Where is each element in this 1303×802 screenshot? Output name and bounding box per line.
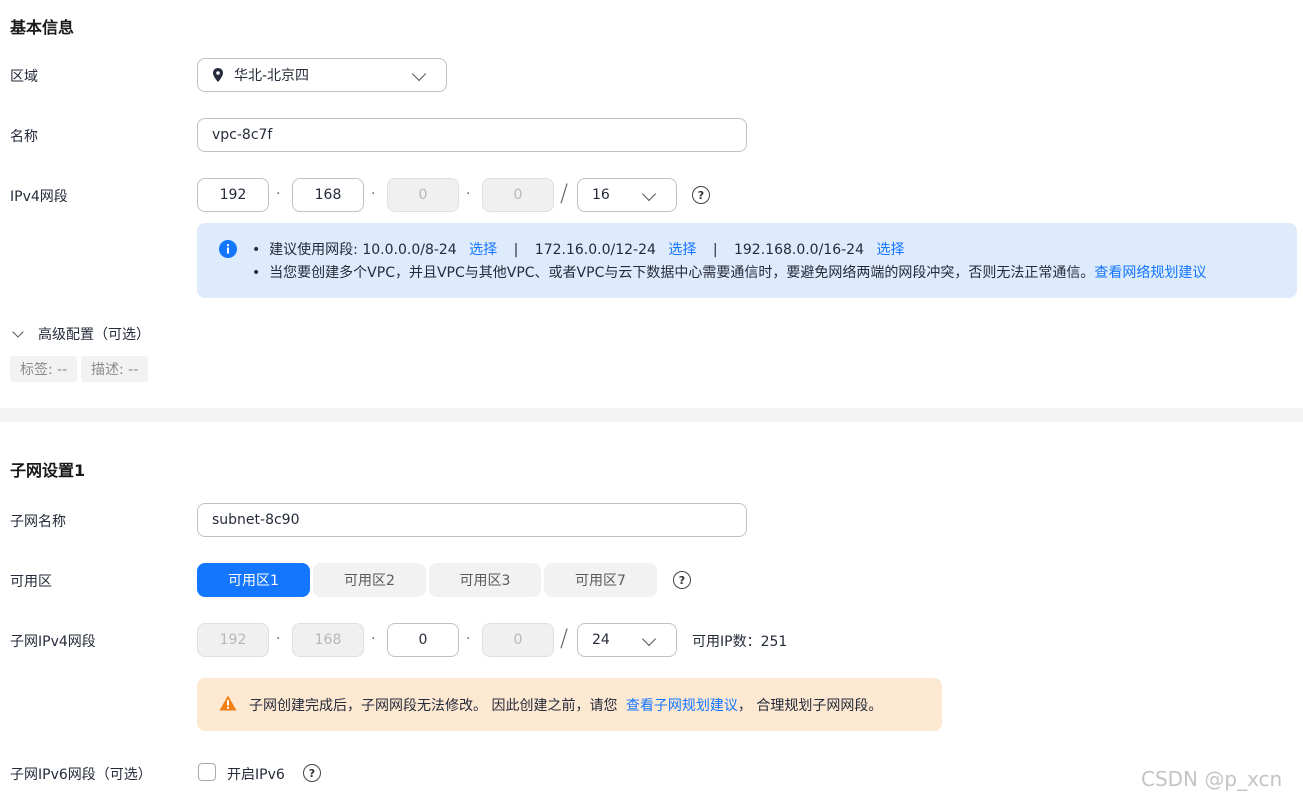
region-label: 区域: [10, 69, 38, 85]
warning-text: 子网创建完成后，子网网段无法修改。 因此创建之前，请您 查看子网规划建议， 合理…: [249, 695, 882, 715]
chevron-down-icon: [641, 631, 657, 647]
chevron-down-icon: [411, 66, 427, 82]
chevron-down-icon: [12, 326, 24, 338]
vpc-name-input[interactable]: vpc-8c7f: [197, 118, 747, 152]
region-select[interactable]: 华北-北京四: [197, 58, 447, 92]
ipv4-octet-4: 0: [482, 178, 554, 212]
subnet-ipv4-label: 子网IPv4网段: [10, 634, 96, 650]
region-value: 华北-北京四: [234, 68, 310, 84]
available-ip-count: 可用IP数：251: [692, 634, 788, 650]
subnet-mask-select[interactable]: 24: [577, 623, 677, 657]
ip-dot: ·: [466, 186, 471, 202]
info-line-1: • 建议使用网段: 10.0.0.0/8-24 选择 | 172.16.0.0/…: [252, 242, 905, 258]
enable-ipv6-label: 开启IPv6: [227, 767, 285, 783]
vpc-name-label: 名称: [10, 129, 38, 145]
subnet-mask-value: 24: [592, 632, 610, 648]
vpc-name-value: vpc-8c7f: [212, 127, 273, 143]
description-summary: 描述: --: [81, 356, 149, 382]
basic-info-title: 基本信息: [10, 18, 75, 37]
select-range-1-link[interactable]: 选择: [469, 242, 497, 258]
warning-icon: [219, 695, 237, 711]
ip-dot: ·: [371, 631, 376, 647]
tag-summary: 标签: --: [10, 356, 78, 382]
ip-dot: ·: [371, 186, 376, 202]
help-icon[interactable]: ?: [303, 764, 321, 782]
enable-ipv6-checkbox[interactable]: [198, 763, 216, 781]
info-range-2: 172.16.0.0/12-24: [534, 242, 656, 258]
info-line-2: • 当您要创建多个VPC，并且VPC与其他VPC、或者VPC与云下数据中心需要通…: [252, 265, 1207, 281]
subnet-warning-box: 子网创建完成后，子网网段无法修改。 因此创建之前，请您 查看子网规划建议， 合理…: [197, 678, 942, 731]
select-range-3-link[interactable]: 选择: [876, 242, 904, 258]
subnet-settings-title: 子网设置1: [10, 461, 86, 480]
advanced-config-label: 高级配置（可选）: [38, 327, 150, 343]
warning-text-2: ， 合理规划子网网段。: [737, 698, 883, 714]
subnet-octet-4: 0: [482, 623, 554, 657]
subnet-octet-1: 192: [197, 623, 269, 657]
subnet-octet-3[interactable]: 0: [387, 623, 459, 657]
ipv4-octet-2[interactable]: 168: [292, 178, 364, 212]
ipv4-info-box: • 建议使用网段: 10.0.0.0/8-24 选择 | 172.16.0.0/…: [197, 223, 1297, 298]
watermark: CSDN @p_xcn: [1141, 767, 1283, 791]
ip-dot: ·: [466, 631, 471, 647]
ipv4-octet-1[interactable]: 192: [197, 178, 269, 212]
help-icon[interactable]: ?: [692, 186, 710, 204]
info-icon: [219, 240, 237, 258]
info-range-1: 建议使用网段: 10.0.0.0/8-24: [269, 242, 457, 258]
advanced-config-toggle[interactable]: 高级配置（可选）: [10, 324, 150, 344]
ipv4-mask-select[interactable]: 16: [577, 178, 677, 212]
subnet-name-input[interactable]: subnet-8c90: [197, 503, 747, 537]
subnet-plan-link[interactable]: 查看子网规划建议: [626, 698, 738, 714]
subnet-name-label: 子网名称: [10, 514, 66, 530]
ip-dot: ·: [276, 186, 281, 202]
divider: |: [712, 242, 718, 258]
network-plan-link[interactable]: 查看网络规划建议: [1094, 265, 1206, 281]
select-range-2-link[interactable]: 选择: [668, 242, 696, 258]
az-option-2[interactable]: 可用区2: [313, 563, 426, 597]
mask-value: 16: [592, 187, 610, 203]
location-pin-icon: [213, 68, 223, 82]
az-label: 可用区: [10, 574, 52, 590]
section-divider: [0, 408, 1303, 422]
az-option-1[interactable]: 可用区1: [197, 563, 310, 597]
subnet-octet-2: 168: [292, 623, 364, 657]
ip-dot: ·: [276, 631, 281, 647]
az-option-7[interactable]: 可用区7: [544, 563, 657, 597]
az-option-3[interactable]: 可用区3: [429, 563, 541, 597]
mask-slash: /: [560, 624, 569, 652]
subnet-name-value: subnet-8c90: [212, 512, 300, 528]
info-line-2-text: 当您要创建多个VPC，并且VPC与其他VPC、或者VPC与云下数据中心需要通信时…: [269, 265, 1095, 281]
ipv4-octet-3: 0: [387, 178, 459, 212]
divider: |: [513, 242, 519, 258]
warning-text-1: 子网创建完成后，子网网段无法修改。 因此创建之前，请您: [249, 698, 618, 714]
mask-slash: /: [560, 179, 569, 207]
chevron-down-icon: [641, 186, 657, 202]
subnet-ipv6-label: 子网IPv6网段（可选）: [10, 767, 152, 783]
ipv4-label: IPv4网段: [10, 189, 68, 205]
help-icon[interactable]: ?: [673, 571, 691, 589]
info-range-3: 192.168.0.0/16-24: [733, 242, 864, 258]
